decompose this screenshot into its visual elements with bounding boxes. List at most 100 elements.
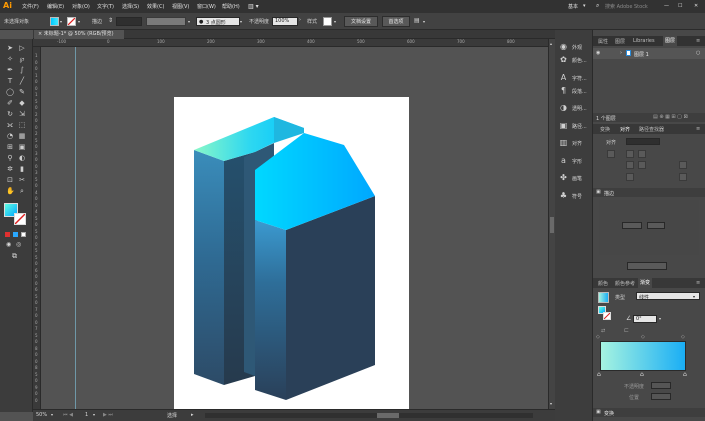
pen-tool-icon[interactable]: ✒	[6, 66, 14, 74]
stroke-weight-input[interactable]	[116, 17, 142, 26]
gradient-tool-icon[interactable]: ▣	[18, 143, 26, 151]
style-chevron-icon[interactable]: ▾	[334, 19, 336, 24]
tab-color[interactable]: 颜色	[598, 280, 608, 287]
perspective-grid-icon[interactable]: ▦	[18, 132, 26, 140]
none-mode-icon[interactable]	[21, 232, 26, 237]
menu-view[interactable]: 视图(V)	[172, 3, 189, 10]
color-mode-icon[interactable]	[5, 232, 10, 237]
stroke-swatch[interactable]	[67, 17, 76, 26]
tab-color-guide[interactable]: 颜色参考	[615, 280, 635, 287]
stroke-panel-header[interactable]: ▣ 描边	[593, 188, 705, 197]
menu-effect[interactable]: 效果(C)	[147, 3, 164, 10]
dock-brushes[interactable]: ✤ 画笔	[557, 171, 593, 185]
transform-panel-header[interactable]: ▣ 变换	[593, 408, 705, 417]
align-to-select[interactable]	[626, 138, 660, 145]
status-arrow-icon[interactable]: ▸	[191, 412, 194, 418]
screen-mode-icon[interactable]: ⧉	[12, 252, 17, 261]
maximize-icon[interactable]: ☐	[678, 3, 682, 9]
graphic-style-swatch[interactable]	[323, 17, 332, 26]
hand-tool-icon[interactable]: ✋	[6, 187, 15, 195]
magic-wand-icon[interactable]: ✧	[6, 55, 14, 63]
vertical-scrollbar[interactable]: ▴ ▾	[548, 39, 555, 409]
gradient-mode-icon[interactable]	[13, 232, 18, 237]
status-tool[interactable]: 选择	[167, 412, 177, 419]
menu-type[interactable]: 文字(T)	[97, 3, 114, 10]
scale-tool-icon[interactable]: ⇲	[18, 110, 26, 118]
tab-layers[interactable]: 图层	[663, 36, 678, 46]
minimize-icon[interactable]: —	[664, 3, 669, 9]
artboard-number[interactable]: 1	[85, 412, 88, 418]
scroll-down-icon[interactable]: ▾	[550, 401, 552, 406]
document-setup-button[interactable]: 文档设置	[344, 16, 378, 27]
dock-glyphs[interactable]: a 字形	[557, 154, 593, 168]
dock-paragraph[interactable]: ¶ 段落...	[557, 84, 593, 98]
dock-align[interactable]: ▥ 对齐	[557, 136, 593, 150]
gradient-stop-middle[interactable]: ⌂	[640, 371, 644, 378]
layers-footer-icons[interactable]: ▤ ⊕ ▦ ⊞ ▢ ⊠	[653, 114, 688, 120]
layer-row[interactable]: ◉ › 图层 1 ○	[593, 48, 705, 59]
tab-pathfinder[interactable]: 路径查找器	[639, 126, 664, 133]
tab-align[interactable]: 对齐	[620, 126, 630, 133]
align-hcenter-icon[interactable]	[626, 150, 634, 158]
tab-properties[interactable]: 属性	[598, 38, 608, 45]
workspace-chevron-icon[interactable]: ▾	[583, 3, 586, 9]
scroll-up-icon[interactable]: ▴	[550, 41, 552, 46]
brush-chevron-icon[interactable]: ▾	[240, 19, 242, 24]
layer-name[interactable]: 图层 1	[634, 51, 649, 58]
panel-menu-icon[interactable]: ≡	[696, 38, 700, 44]
selection-tool-icon[interactable]: ➤	[6, 44, 14, 52]
h-letter-artwork[interactable]	[174, 97, 409, 409]
next-artboard-icon[interactable]: ▶ ⏭	[103, 412, 113, 418]
eyedropper-icon[interactable]: ⚲	[6, 154, 14, 162]
ellipse-tool-icon[interactable]: ◯	[6, 88, 14, 96]
stock-search-input[interactable]: 搜索 Adobe Stock	[605, 3, 648, 10]
brush-definition[interactable]: ● 3 点圆形	[196, 17, 240, 26]
direct-selection-tool-icon[interactable]: ▷	[18, 44, 26, 52]
distribute-icon[interactable]	[679, 161, 687, 169]
line-tool-icon[interactable]: ╱	[18, 77, 26, 85]
gradient-stop-start[interactable]: ⌂	[597, 371, 601, 378]
stroke-weight-stepper[interactable]: ⇕	[108, 17, 113, 24]
visibility-eye-icon[interactable]: ◉	[596, 50, 600, 56]
type-tool-icon[interactable]: T	[6, 77, 14, 85]
menu-help[interactable]: 帮助(H)	[222, 3, 240, 10]
zoom-tool-icon[interactable]: ⌕	[18, 187, 26, 195]
horizontal-scroll-thumb[interactable]	[377, 413, 399, 418]
draw-behind-icon[interactable]: ◎	[16, 241, 21, 248]
gradient-stop-end[interactable]: ⌂	[683, 371, 687, 378]
align-panel-menu-icon[interactable]: ≡	[696, 126, 700, 132]
bridge-icon[interactable]: ▥ ▾	[248, 3, 259, 10]
layer-target-icon[interactable]: ○	[696, 50, 700, 56]
width-tool-icon[interactable]: ⟗	[6, 121, 14, 129]
arrange-chevron-icon[interactable]: ▾	[423, 19, 425, 24]
canvas[interactable]	[41, 47, 548, 409]
dock-pathfinder[interactable]: ▣ 路径...	[557, 119, 593, 133]
gradient-angle-input[interactable]: 0°	[633, 315, 657, 323]
shaper-tool-icon[interactable]: ✐	[6, 99, 14, 107]
tab-libraries[interactable]: Libraries	[633, 38, 655, 44]
gradient-midpoint-icon[interactable]: ◇	[641, 334, 645, 340]
tab-gradient[interactable]: 渐变	[638, 278, 653, 288]
align-left-icon[interactable]	[607, 150, 615, 158]
align-top-icon[interactable]	[626, 161, 634, 169]
gradient-ramp[interactable]	[600, 341, 686, 371]
dock-character[interactable]: A 字符...	[557, 71, 593, 85]
stroke-color-box[interactable]	[14, 213, 26, 225]
artboard-tool-icon[interactable]: ⊡	[6, 176, 14, 184]
gradient-type-select[interactable]: 线性 ▾	[636, 292, 700, 301]
dock-symbols[interactable]: ♣ 符号	[557, 189, 593, 203]
rotate-tool-icon[interactable]: ↻	[6, 110, 14, 118]
zoom-level[interactable]: 50%	[36, 412, 47, 418]
document-tab[interactable]: × 未标题-1* @ 50% (RGB/预览)	[34, 30, 124, 39]
curvature-tool-icon[interactable]: ∫	[18, 66, 26, 74]
fill-swatch[interactable]	[50, 17, 59, 26]
fill-chevron-icon[interactable]: ▾	[60, 19, 62, 24]
lasso-icon[interactable]: ℘	[18, 55, 26, 63]
gradient-panel-menu-icon[interactable]: ≡	[696, 280, 700, 286]
shape-builder-icon[interactable]: ◔	[6, 132, 14, 140]
eraser-icon[interactable]: ◆	[18, 99, 26, 107]
menu-file[interactable]: 文件(F)	[22, 3, 39, 10]
opacity-arrow-icon[interactable]: ›	[299, 17, 301, 23]
layer-expand-icon[interactable]: ›	[620, 50, 622, 56]
dock-appearance[interactable]: ◉ 外观	[557, 40, 593, 54]
